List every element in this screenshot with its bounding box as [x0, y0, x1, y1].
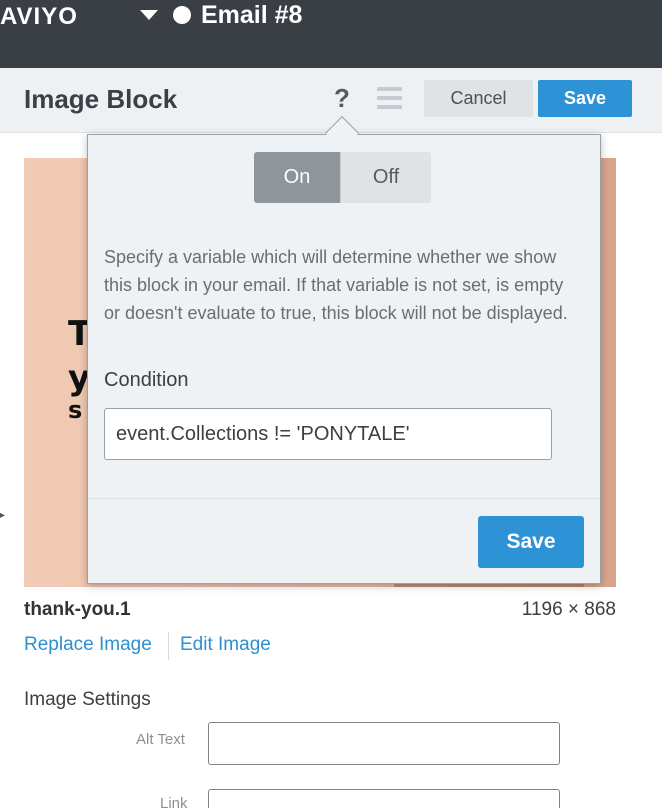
condition-input[interactable] [104, 408, 552, 460]
toggle-on-button[interactable]: On [254, 152, 341, 203]
toggle-off-button[interactable]: Off [341, 152, 431, 203]
email-title[interactable]: Email #8 [201, 0, 302, 30]
image-filename: thank-you.1 [24, 599, 131, 620]
alt-text-label: Alt Text [136, 731, 185, 748]
link-label: Link [160, 795, 188, 808]
hamburger-icon[interactable] [377, 87, 402, 109]
condition-label: Condition [104, 369, 189, 391]
replace-image-link[interactable]: Replace Image [24, 634, 152, 656]
block-header: Image Block ? Cancel Save [0, 68, 662, 133]
alt-text-input[interactable] [208, 722, 560, 765]
arrow-right-icon[interactable]: ▸ [0, 506, 5, 523]
top-nav-bar: AVIYO Email #8 [0, 0, 662, 68]
condition-description: Specify a variable which will determine … [104, 247, 568, 323]
preview-text-line: s [68, 396, 83, 424]
on-off-toggle[interactable]: On Off [254, 152, 431, 203]
link-input[interactable] [208, 789, 560, 808]
save-button[interactable]: Save [538, 80, 632, 117]
circle-icon [173, 6, 191, 24]
image-dimensions: 1196 × 868 [521, 599, 616, 620]
edit-image-link[interactable]: Edit Image [180, 634, 271, 656]
link-divider [168, 632, 169, 660]
brand-logo[interactable]: AVIYO [0, 2, 78, 32]
image-settings-heading: Image Settings [24, 689, 151, 710]
popover-save-button[interactable]: Save [478, 516, 584, 568]
display-condition-popover: On Off Specify a variable which will det… [87, 134, 601, 584]
cancel-button[interactable]: Cancel [424, 80, 533, 117]
caret-down-icon[interactable] [140, 10, 158, 20]
question-icon[interactable]: ? [334, 83, 350, 113]
popover-divider [88, 498, 600, 499]
page-title: Image Block [24, 84, 178, 114]
